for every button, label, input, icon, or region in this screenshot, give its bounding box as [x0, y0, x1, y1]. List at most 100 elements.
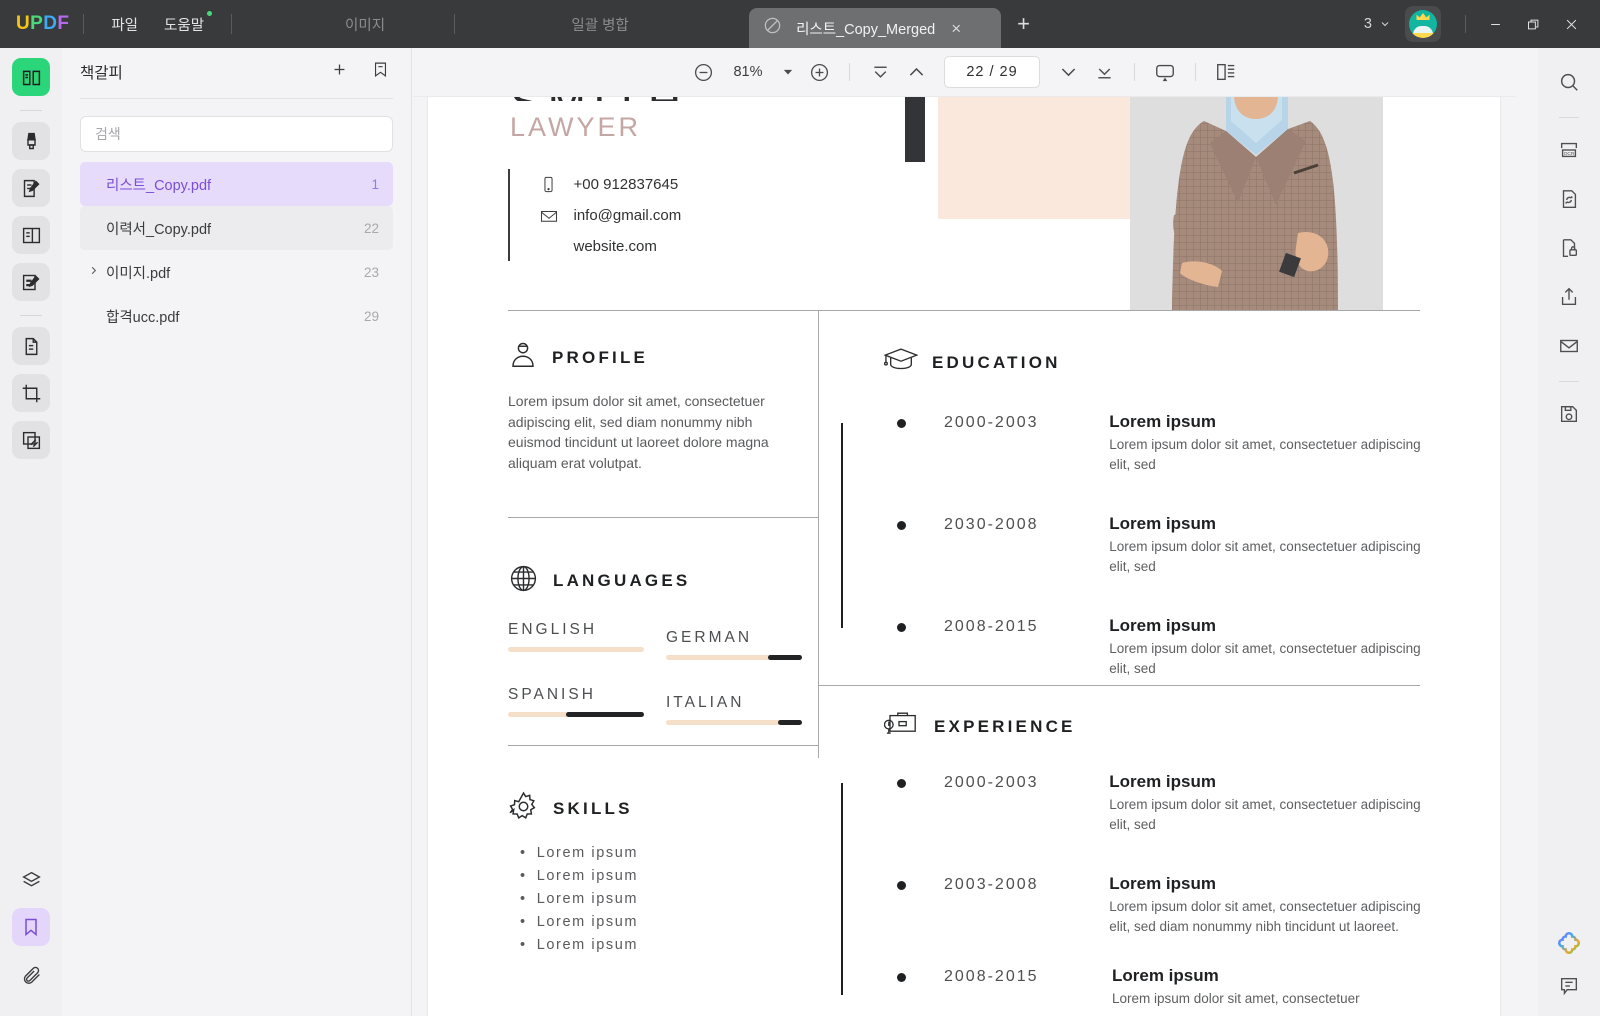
- language-italian: ITALIAN: [666, 694, 802, 725]
- ai-assistant-button[interactable]: [1556, 930, 1582, 961]
- education-section: EDUCATION 2000-2003 Lorem ipsum Lorem ip…: [841, 345, 1424, 704]
- zoom-out-icon: [694, 63, 712, 81]
- right-rail-bottom: [1556, 930, 1582, 1016]
- menu-file[interactable]: 파일: [98, 8, 151, 41]
- updf-logo[interactable]: U P D F: [16, 13, 69, 35]
- sidebar-item-attachment[interactable]: [12, 955, 50, 993]
- contact-website-text: website.com: [573, 238, 657, 255]
- phone-icon-svg: [543, 176, 553, 193]
- zoom-out-button[interactable]: [685, 56, 721, 88]
- language-bar: [666, 655, 802, 660]
- chevron-down-icon: [1381, 22, 1389, 27]
- tab-active-document[interactable]: 리스트_Copy_Merged ×: [749, 8, 1002, 48]
- next-page-button[interactable]: [1050, 56, 1086, 88]
- timeline-dot: [897, 779, 906, 788]
- bookmark-item-0[interactable]: 리스트_Copy.pdf 1: [80, 162, 393, 206]
- sidebar-item-bookmark[interactable]: [12, 908, 50, 946]
- sidebar-item-convert[interactable]: [12, 421, 50, 459]
- add-bookmark-button[interactable]: [331, 61, 348, 83]
- window-count-dropdown[interactable]: 3: [1364, 16, 1391, 32]
- mail-icon: [1560, 339, 1578, 353]
- ocr-button[interactable]: OCR: [1551, 132, 1587, 168]
- sidebar-item-highlighter[interactable]: [12, 122, 50, 160]
- education-detail: Lorem ipsum dolor sit amet, consectetuer…: [1109, 539, 1421, 574]
- divider: [231, 14, 233, 34]
- experience-heading: Lorem ipsum: [1109, 874, 1216, 893]
- panel-title: 책갈피: [80, 65, 123, 82]
- zoom-level[interactable]: 81%: [721, 64, 775, 80]
- sidebar-item-organize-pages[interactable]: [12, 327, 50, 365]
- bookmark-item-2[interactable]: 이미지.pdf 23: [80, 250, 393, 294]
- column-divider: [818, 310, 819, 758]
- sidebar-item-reader-view[interactable]: [12, 58, 50, 96]
- tab-image[interactable]: 이미지: [290, 14, 440, 35]
- divider: [1134, 63, 1135, 81]
- divider: [1465, 15, 1466, 33]
- bookmark-options-button[interactable]: [372, 61, 389, 83]
- share-icon: [1561, 287, 1577, 306]
- chevron-right-icon[interactable]: [88, 265, 99, 279]
- experience-detail: Lorem ipsum dolor sit amet, consectetuer…: [1109, 899, 1421, 934]
- search-box[interactable]: [80, 116, 393, 152]
- minimize-button[interactable]: [1476, 9, 1514, 39]
- last-page-button[interactable]: [1086, 56, 1122, 88]
- split-view-icon: [1217, 63, 1235, 81]
- document-viewer[interactable]: SMITH LAWYER: [413, 97, 1516, 1016]
- profile-divider: [508, 517, 818, 518]
- language-row-2: SPANISH ITALIAN: [508, 686, 808, 725]
- bookmark-icon: [25, 918, 37, 937]
- page-number-input[interactable]: 22 / 29: [944, 56, 1040, 88]
- globe-icon-svg: [510, 565, 537, 592]
- bookmark-item-3[interactable]: 합격ucc.pdf 29: [80, 294, 393, 338]
- ocr-icon: OCR: [1560, 142, 1578, 157]
- skills-list: • Lorem ipsum • Lorem ipsum • Lorem ipsum •…: [508, 845, 808, 953]
- save-button[interactable]: [1551, 396, 1587, 432]
- avatar-image: [1409, 10, 1437, 38]
- sidebar-item-layers[interactable]: [12, 861, 50, 899]
- mail-button[interactable]: [1551, 328, 1587, 364]
- prev-page-button[interactable]: [898, 56, 934, 88]
- avatar[interactable]: [1405, 6, 1441, 42]
- first-page-button[interactable]: [862, 56, 898, 88]
- zoom-dropdown-button[interactable]: [775, 67, 801, 77]
- menu-help[interactable]: 도움말: [151, 8, 217, 41]
- search-button[interactable]: [1551, 64, 1587, 100]
- presentation-mode-button[interactable]: [1147, 56, 1183, 88]
- close-window-button[interactable]: [1552, 9, 1590, 39]
- share-button[interactable]: [1551, 279, 1587, 315]
- tab-batch-merge-label: 일괄 병합: [571, 17, 629, 34]
- sidebar-item-reader-mode[interactable]: [12, 216, 50, 254]
- bookmark-panel-header: 책갈피: [62, 48, 411, 96]
- zoom-in-button[interactable]: [801, 56, 837, 88]
- logo-letter-d: D: [43, 13, 58, 34]
- language-bar: [666, 720, 802, 725]
- education-heading: Lorem ipsum: [1109, 514, 1216, 533]
- divider: [83, 14, 85, 34]
- book-reader-icon: [22, 70, 40, 85]
- profile-header: PROFILE: [508, 340, 808, 375]
- language-label: SPANISH: [508, 686, 596, 703]
- decorative-peach-block: [938, 97, 1135, 219]
- language-spanish: SPANISH: [508, 686, 644, 725]
- sidebar-item-edit-text[interactable]: [12, 169, 50, 207]
- crop-icon: [22, 384, 40, 402]
- sidebar-item-crop[interactable]: [12, 374, 50, 412]
- experience-title: EXPERIENCE: [934, 716, 1076, 736]
- experience-years: 2003-2008: [944, 876, 1039, 893]
- page-indicator: 22 / 29: [966, 64, 1018, 80]
- sidebar-item-annotate[interactable]: [12, 263, 50, 301]
- search-input[interactable]: [95, 126, 378, 142]
- tab-batch-merge[interactable]: 일괄 병합: [525, 14, 675, 35]
- comment-button[interactable]: [1558, 975, 1580, 1002]
- maximize-button[interactable]: [1514, 9, 1552, 39]
- new-tab-button[interactable]: +: [1017, 13, 1030, 35]
- convert-button[interactable]: [1551, 181, 1587, 217]
- protect-button[interactable]: [1551, 230, 1587, 266]
- view-mode-button[interactable]: [1208, 56, 1244, 88]
- profile-section: PROFILE Lorem ipsum dolor sit amet, cons…: [508, 340, 808, 473]
- close-icon[interactable]: ×: [951, 20, 961, 37]
- role-title: LAWYER: [510, 112, 642, 142]
- contact-phone: +00 912837645: [540, 169, 682, 200]
- bookmark-item-1[interactable]: 이력서_Copy.pdf 22: [80, 206, 393, 250]
- language-bar: [508, 712, 644, 717]
